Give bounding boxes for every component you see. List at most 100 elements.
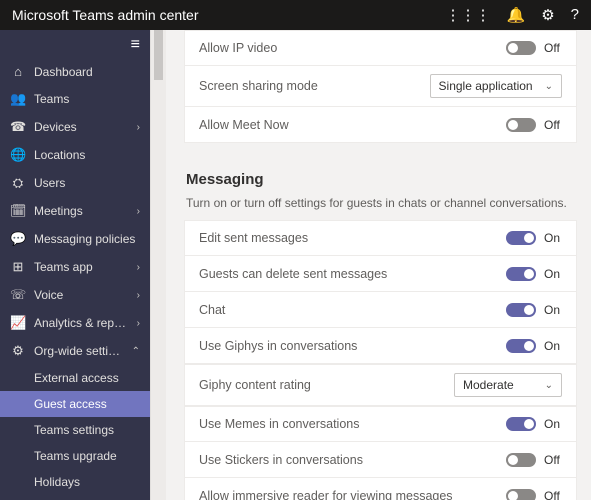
chevron-down-icon: ⌄: [545, 380, 553, 391]
toggle-switch[interactable]: [506, 231, 536, 245]
sidebar-item-label: Messaging policies: [34, 232, 140, 246]
sidebar-icon: 📈: [10, 315, 26, 331]
sidebar-item-label: Locations: [34, 148, 140, 162]
help-icon[interactable]: ?: [571, 6, 579, 24]
sidebar-item-meetings[interactable]: 🗓 Meetings ›: [0, 197, 150, 225]
setting-row: Allow immersive reader for viewing messa…: [184, 478, 577, 500]
toggle-text: Off: [544, 453, 560, 467]
setting-row: Chat On: [184, 292, 577, 328]
main-content: Allow IP video Off Screen sharing mode S…: [166, 30, 591, 500]
topbar: Microsoft Teams admin center ⋮⋮⋮ 🔔 ⚙ ?: [0, 0, 591, 30]
toggle-text: On: [544, 339, 560, 353]
sidebar-item-users[interactable]: ⛭ Users: [0, 169, 150, 197]
sidebar-icon: ⛭: [10, 175, 26, 191]
setting-row: Use Giphys in conversations On: [184, 328, 577, 364]
chevron-icon: ›: [137, 262, 140, 273]
sidebar-icon: 👥: [10, 91, 26, 107]
sidebar-icon: 💬: [10, 231, 26, 247]
toggle-text: On: [544, 417, 560, 431]
toggle-switch[interactable]: [506, 489, 536, 500]
sidebar-item-org-wide-settings[interactable]: ⚙ Org-wide settings ⌃: [0, 337, 150, 365]
sidebar-icon: ⊞: [10, 259, 26, 275]
topbar-icons: ⋮⋮⋮ 🔔 ⚙ ?: [446, 6, 579, 24]
chevron-down-icon: ⌄: [545, 81, 553, 92]
sidebar-sub-teams-upgrade[interactable]: Teams upgrade: [0, 443, 150, 469]
waffle-icon[interactable]: ⋮⋮⋮: [446, 6, 491, 24]
sidebar-item-label: Meetings: [34, 204, 129, 218]
toggle-text: Off: [544, 41, 560, 55]
setting-row-meet-now: Allow Meet Now Off: [184, 107, 577, 143]
hamburger-icon[interactable]: ≡: [0, 30, 150, 58]
sidebar-item-locations[interactable]: 🌐Locations: [0, 141, 150, 169]
setting-row: Use Stickers in conversations Off: [184, 442, 577, 478]
sidebar-icon: 🗓: [10, 203, 26, 219]
sidebar-item-label: Devices: [34, 120, 129, 134]
setting-row-ip-video: Allow IP video Off: [184, 30, 577, 66]
chevron-icon: ›: [137, 206, 140, 217]
chevron-icon: ›: [137, 290, 140, 301]
toggle-text: Off: [544, 489, 560, 500]
toggle-switch[interactable]: [506, 303, 536, 317]
setting-row-screen-share: Screen sharing mode Single application ⌄: [184, 66, 577, 107]
sidebar-icon: ☏: [10, 287, 26, 303]
toggle-ip-video[interactable]: [506, 41, 536, 55]
section-title-messaging: Messaging: [186, 171, 577, 188]
chevron-icon: ›: [137, 318, 140, 329]
toggle-text: Off: [544, 118, 560, 132]
setting-label: Use Stickers in conversations: [199, 453, 363, 467]
setting-label: Edit sent messages: [199, 231, 308, 245]
setting-label: Guests can delete sent messages: [199, 267, 387, 281]
sidebar-item-dashboard[interactable]: ⌂ Dashboard: [0, 58, 150, 85]
sidebar-item-label: Teams: [34, 92, 140, 106]
select-value: Moderate: [463, 378, 514, 392]
setting-label: Allow immersive reader for viewing messa…: [199, 489, 453, 500]
scrollbar[interactable]: [150, 30, 166, 500]
toggle-switch[interactable]: [506, 267, 536, 281]
sidebar: ≡ ⌂ Dashboard 👥 Teams ☎ Devices › 🌐Locations ⛭ Us…: [0, 30, 150, 500]
sidebar-item-teams-app[interactable]: ⊞ Teams app ›: [0, 253, 150, 281]
bell-icon[interactable]: 🔔: [507, 6, 526, 24]
sidebar-item-label: Org-wide settings: [34, 344, 124, 358]
sidebar-icon: ☎: [10, 119, 26, 135]
sidebar-sub-holidays[interactable]: Holidays: [0, 469, 150, 495]
section-desc-messaging: Turn on or turn off settings for guests …: [186, 196, 577, 210]
setting-label: Allow IP video: [199, 41, 277, 55]
sidebar-item-devices[interactable]: ☎ Devices ›: [0, 113, 150, 141]
setting-row-giphy-rating: Giphy content rating Moderate ⌄: [184, 364, 577, 406]
select-giphy-rating[interactable]: Moderate ⌄: [454, 373, 562, 397]
select-value: Single application: [439, 79, 533, 93]
sidebar-item-label: Voice: [34, 288, 129, 302]
sidebar-item-label: Teams app: [34, 260, 129, 274]
setting-row: Use Memes in conversationsOn: [184, 406, 577, 442]
select-screen-share[interactable]: Single application ⌄: [430, 74, 562, 98]
sidebar-item-messaging-policies[interactable]: 💬 Messaging policies: [0, 225, 150, 253]
toggle-switch[interactable]: [506, 417, 536, 431]
sidebar-item-voice[interactable]: ☏ Voice ›: [0, 281, 150, 309]
sidebar-icon: ⚙: [10, 343, 26, 359]
chevron-icon: ›: [137, 122, 140, 133]
toggle-meet-now[interactable]: [506, 118, 536, 132]
gear-icon[interactable]: ⚙: [541, 6, 554, 24]
toggle-text: On: [544, 231, 560, 245]
scrollbar-thumb[interactable]: [154, 30, 163, 80]
chevron-icon: ⌃: [132, 346, 140, 357]
sidebar-item-label: Analytics & reports: [34, 316, 129, 330]
sidebar-item-analytics-reports[interactable]: 📈 Analytics & reports ›: [0, 309, 150, 337]
setting-label: Screen sharing mode: [199, 79, 318, 93]
toggle-text: On: [544, 303, 560, 317]
sidebar-icon: ⌂: [10, 64, 26, 79]
setting-label: Use Giphys in conversations: [199, 339, 357, 353]
sidebar-sub-teams-settings[interactable]: Teams settings: [0, 417, 150, 443]
toggle-text: On: [544, 267, 560, 281]
sidebar-sub-external-access[interactable]: External access: [0, 365, 150, 391]
toggle-switch[interactable]: [506, 339, 536, 353]
toggle-switch[interactable]: [506, 453, 536, 467]
setting-label: Chat: [199, 303, 225, 317]
setting-row: Guests can delete sent messages On: [184, 256, 577, 292]
sidebar-sub-guest-access[interactable]: Guest access: [0, 391, 150, 417]
setting-label: Allow Meet Now: [199, 118, 289, 132]
sidebar-item-teams[interactable]: 👥 Teams: [0, 85, 150, 113]
sidebar-item-label: Dashboard: [34, 65, 140, 79]
sidebar-item-label: Users: [34, 176, 140, 190]
setting-row: Edit sent messages On: [184, 220, 577, 256]
